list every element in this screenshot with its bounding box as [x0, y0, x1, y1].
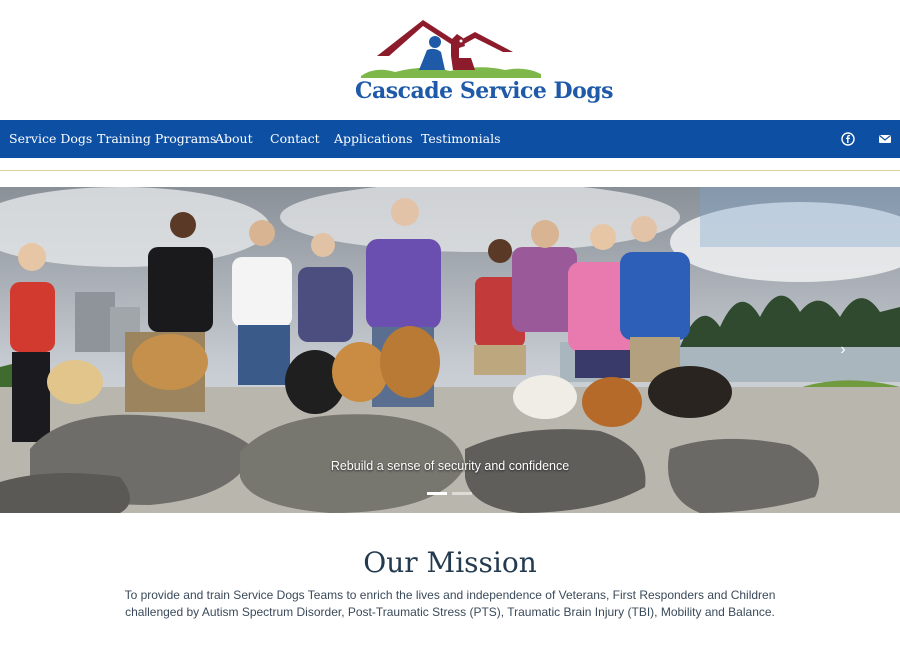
hero-caption: Rebuild a sense of security and confiden… — [330, 459, 570, 473]
logo-text: Cascade Service Dogs — [355, 78, 614, 104]
logo-mountain-icon — [361, 20, 541, 78]
facebook-icon[interactable] — [840, 131, 856, 147]
slider-next-chevron-icon[interactable]: › — [836, 340, 850, 360]
nav-item-service-dogs[interactable]: Service Dogs — [9, 120, 92, 158]
nav-item-about[interactable]: About — [215, 120, 253, 158]
nav-divider — [0, 170, 900, 171]
site-logo[interactable]: Cascade Service Dogs — [355, 14, 614, 110]
nav-item-contact[interactable]: Contact — [270, 120, 320, 158]
mission-text: To provide and train Service Dogs Teams … — [124, 588, 776, 619]
nav-item-testimonials[interactable]: Testimonials — [421, 120, 501, 158]
main-navigation: Service Dogs Training Programs About Con… — [0, 120, 900, 158]
hero-slider[interactable]: Rebuild a sense of security and confiden… — [0, 187, 900, 513]
slider-dots — [427, 492, 475, 496]
mission-title: Our Mission — [363, 546, 537, 579]
nav-item-training-programs[interactable]: Training Programs — [97, 120, 216, 158]
email-icon[interactable] — [877, 131, 893, 147]
slider-dot-2[interactable] — [452, 492, 472, 495]
nav-item-applications[interactable]: Applications — [334, 120, 413, 158]
site-header: Cascade Service Dogs — [0, 0, 900, 120]
slider-dot-1[interactable] — [427, 492, 447, 495]
